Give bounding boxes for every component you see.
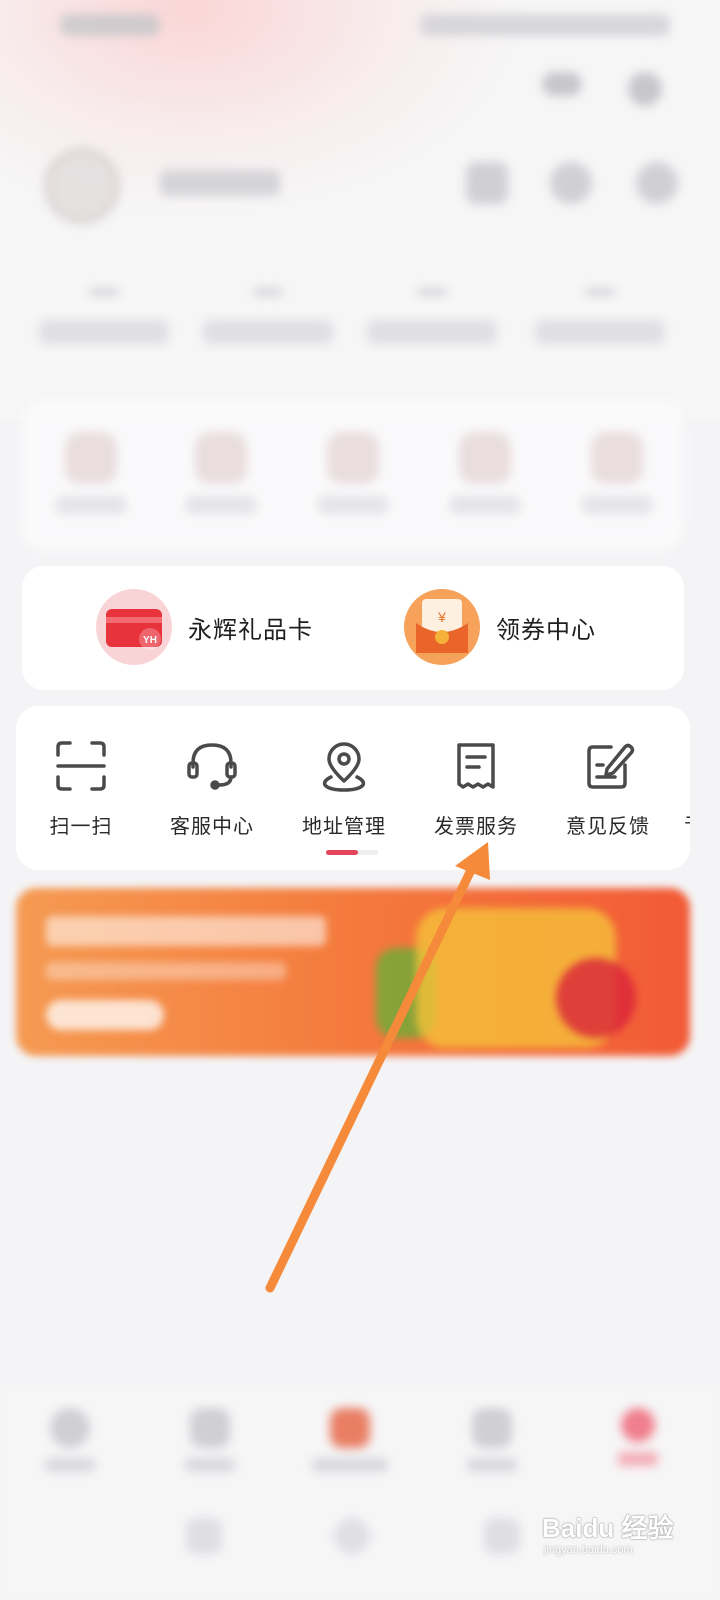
qr-code-icon[interactable] — [466, 162, 508, 204]
bottom-nav — [0, 1390, 720, 1600]
watermark-url: jingyan.baidu.com — [544, 1544, 633, 1556]
service-address[interactable]: 地址管理 — [289, 736, 399, 839]
service-label: 意见反馈 — [566, 814, 650, 838]
service-feedback[interactable]: 意见反馈 — [553, 736, 663, 839]
support-icon[interactable] — [550, 162, 592, 204]
system-home-button[interactable] — [334, 1518, 370, 1554]
gift-card-icon: YH — [96, 589, 172, 665]
service-label: 地址管理 — [302, 814, 386, 838]
location-pin-icon — [322, 742, 366, 792]
nav-cart[interactable] — [452, 1408, 532, 1472]
system-back-button[interactable] — [186, 1518, 222, 1554]
page-indicator-active — [326, 850, 358, 855]
gift-card-label: 永辉礼品卡 — [188, 615, 313, 644]
service-label: 发票服务 — [434, 814, 518, 838]
gift-card-badge: YH — [143, 635, 157, 646]
stat-item[interactable] — [34, 288, 174, 344]
settings-icon[interactable] — [636, 162, 678, 204]
services-card: 扫一扫 客服中心 地址管理 发票服务 意见反馈 — [16, 706, 690, 870]
service-scan[interactable]: 扫一扫 — [26, 736, 136, 839]
page-indicator — [326, 850, 378, 855]
order-item[interactable] — [582, 432, 652, 514]
user-name — [160, 170, 280, 196]
coupon-center-entry[interactable]: ¥ 领券中心 — [404, 588, 596, 666]
scan-icon — [56, 741, 106, 791]
status-bar-time — [60, 14, 160, 36]
service-invoice[interactable]: 发票服务 — [421, 736, 531, 839]
orders-card — [22, 400, 684, 550]
stat-item[interactable] — [530, 288, 670, 344]
coupon-center-label: 领券中心 — [496, 615, 596, 644]
coupon-center-icon: ¥ — [404, 589, 480, 665]
nav-home[interactable] — [30, 1408, 110, 1472]
order-item[interactable] — [186, 432, 256, 514]
status-bar-indicators — [420, 14, 670, 36]
service-customer-support[interactable]: 客服中心 — [157, 736, 267, 839]
gift-coupon-card: YH 永辉礼品卡 ¥ 领券中心 — [22, 566, 684, 690]
avatar[interactable] — [44, 148, 120, 224]
order-item[interactable] — [318, 432, 388, 514]
coupon-badge-symbol: ¥ — [437, 609, 446, 625]
baidu-watermark: Baidu 经验 jingyan.baidu.com — [542, 1496, 712, 1566]
stat-item[interactable] — [362, 288, 502, 344]
message-icon[interactable] — [542, 72, 582, 96]
stat-item[interactable] — [198, 288, 338, 344]
nav-mine[interactable] — [598, 1408, 678, 1466]
service-label: 扫一扫 — [49, 814, 113, 838]
order-item[interactable] — [56, 432, 126, 514]
service-next-partial[interactable]: 书 — [684, 807, 690, 836]
nav-category[interactable] — [170, 1408, 250, 1472]
promo-banner[interactable] — [16, 888, 690, 1056]
order-item[interactable] — [450, 432, 520, 514]
service-label: 客服中心 — [170, 814, 254, 838]
gift-card-entry[interactable]: YH 永辉礼品卡 — [96, 588, 313, 666]
system-recent-button[interactable] — [484, 1518, 520, 1554]
nav-fresh[interactable] — [310, 1408, 390, 1472]
feedback-edit-icon — [587, 743, 635, 789]
invoice-icon — [457, 743, 495, 789]
headset-icon — [187, 743, 237, 790]
more-icon[interactable] — [628, 72, 662, 106]
watermark-main: Baidu 经验 — [542, 1513, 674, 1543]
